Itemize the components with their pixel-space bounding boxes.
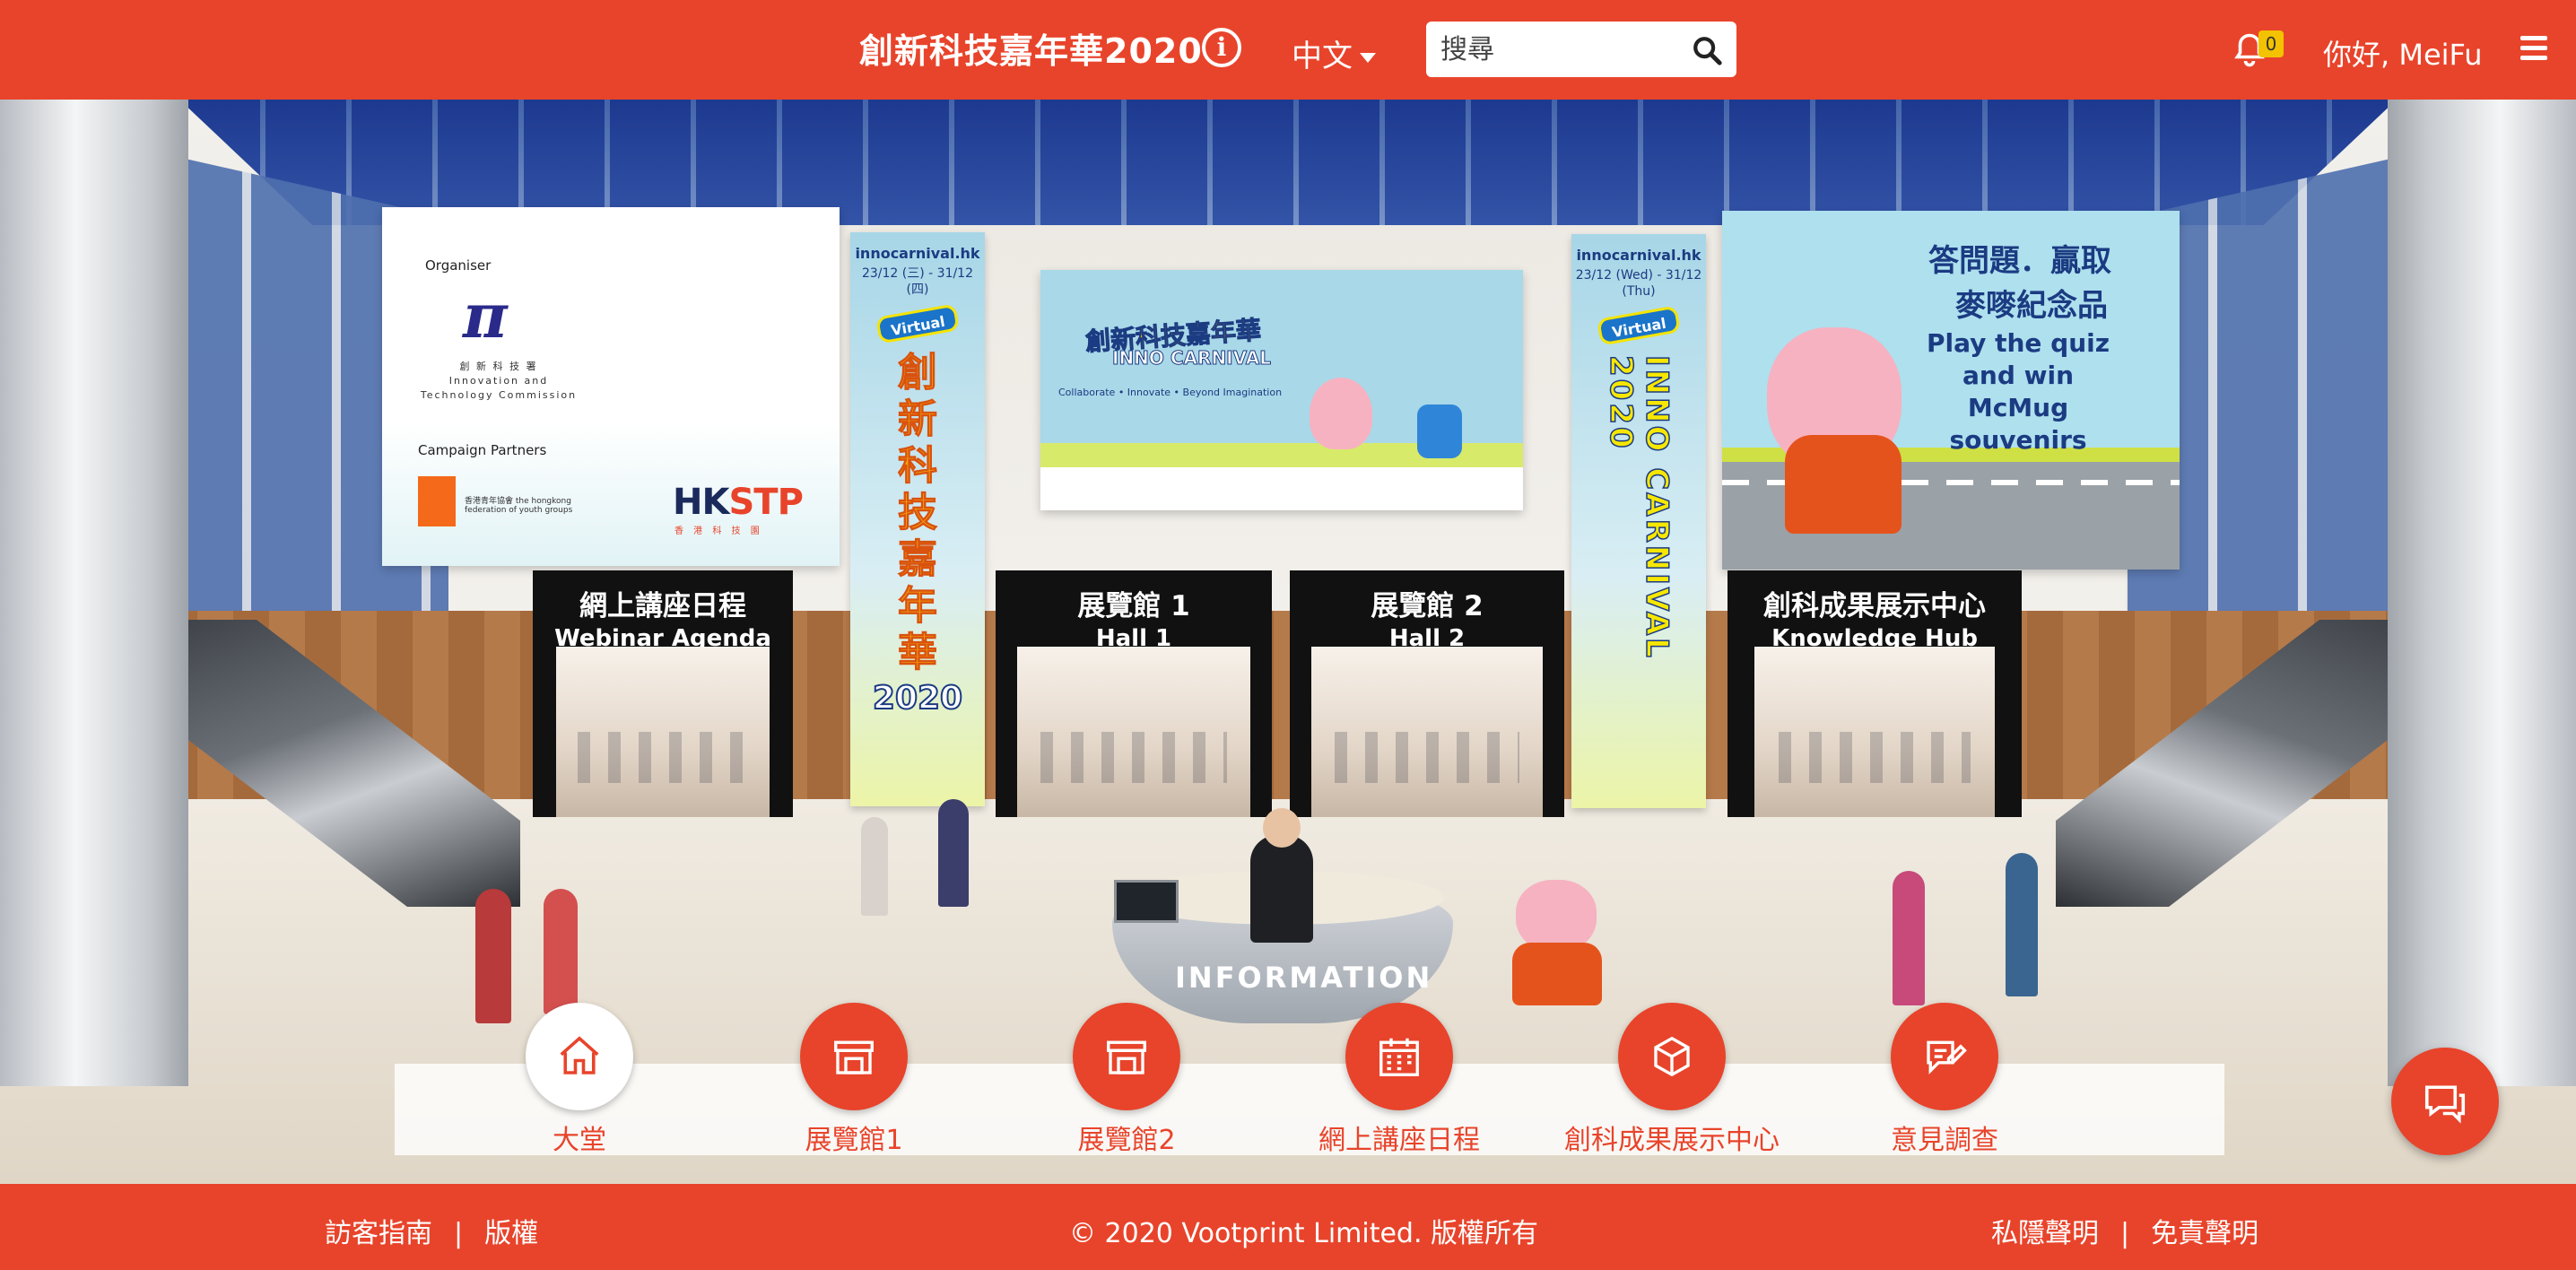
- center-banner-title-en: INNO CARNIVAL: [1112, 347, 1272, 370]
- nav-hall-1[interactable]: 展覽館1: [737, 1003, 970, 1157]
- partners-label: Campaign Partners: [418, 442, 547, 458]
- door-opening: [1311, 647, 1543, 817]
- caret-down-icon: [1360, 53, 1376, 63]
- search-icon[interactable]: [1692, 35, 1722, 65]
- door-hall-1[interactable]: 展覽館 1 Hall 1: [996, 570, 1272, 817]
- nav-label: 意見調查: [1891, 1125, 1998, 1156]
- notification-badge: 0: [2258, 30, 2284, 57]
- privacy-link[interactable]: 私隱聲明: [1991, 1218, 2099, 1249]
- banner-date: 23/12 (三) - 31/12 (四): [861, 266, 974, 297]
- banner-url: innocarnival.hk: [1576, 247, 1701, 264]
- quiz-banner[interactable]: 答問題．贏取 麥嘜紀念品 Play the quiz and win McMug…: [1722, 211, 2180, 570]
- copyright-link[interactable]: 版權: [484, 1218, 538, 1249]
- copyright-text: © 2020 Vootprint Limited. 版權所有: [1069, 1218, 1539, 1249]
- receptionist-head: [1263, 808, 1301, 848]
- left-pillar: [0, 100, 188, 1086]
- door-hall-2[interactable]: 展覽館 2 Hall 2: [1290, 570, 1564, 817]
- banner-url: innocarnival.hk: [855, 245, 980, 262]
- right-vertical-banner: innocarnival.hk 23/12 (Wed) - 31/12 (Thu…: [1571, 234, 1706, 808]
- visitor-guide-link[interactable]: 訪客指南: [325, 1218, 432, 1249]
- door-opening: [556, 647, 770, 817]
- desk-monitor: [1114, 880, 1179, 923]
- robot-illustration: [1417, 404, 1462, 458]
- visitor: [861, 817, 888, 916]
- quiz-title-zh-2: 麥嘜紀念品: [1955, 288, 2108, 324]
- banner-title-en: INNO CARNIVAL 2020: [1602, 354, 1675, 660]
- itc-name: 創 新 科 技 署 Innovation and Technology Commi…: [420, 361, 578, 401]
- quiz-title-en: Play the quiz and win McMug souvenirs: [1926, 328, 2110, 455]
- survey-icon: [1891, 1003, 1998, 1110]
- pig-mascot-illustration: [1310, 378, 1372, 449]
- sponsor-panel[interactable]: Organiser π 創 新 科 技 署 Innovation and Tech…: [382, 207, 840, 566]
- disclaimer-link[interactable]: 免責聲明: [2151, 1218, 2258, 1249]
- banner-year: 2020: [872, 679, 963, 718]
- right-pillar: [2388, 100, 2576, 1086]
- door-label-zh: 網上講座日程: [579, 590, 746, 622]
- hkfyg-name: 香港青年協會 the hongkong federation of youth …: [465, 497, 573, 515]
- nav-webinar-agenda[interactable]: 網上講座日程: [1283, 1003, 1516, 1157]
- nav-label: 大堂: [553, 1125, 606, 1156]
- booth-icon: [1073, 1003, 1180, 1110]
- nav-label: 網上講座日程: [1318, 1125, 1480, 1156]
- nav-label: 展覽館1: [805, 1125, 903, 1156]
- chat-icon: [2424, 1085, 2466, 1124]
- menu-icon[interactable]: [2520, 36, 2547, 61]
- visitor: [938, 799, 969, 907]
- visitor: [544, 889, 578, 1014]
- skylight: [179, 100, 2397, 225]
- desk-label: INFORMATION: [1175, 961, 1433, 995]
- language-selector[interactable]: 中文: [1292, 31, 1376, 75]
- footer: 訪客指南 | 版權 © 2020 Vootprint Limited. 版權所有 私…: [0, 1184, 2576, 1270]
- chat-button[interactable]: [2391, 1048, 2499, 1155]
- pig-mascot[interactable]: [1516, 880, 1597, 952]
- nav-hall-2[interactable]: 展覽館2: [1010, 1003, 1243, 1157]
- separator: |: [454, 1218, 464, 1249]
- home-icon: [526, 1003, 633, 1110]
- nav-lobby[interactable]: 大堂: [463, 1003, 696, 1157]
- door-label-zh: 展覽館 2: [1371, 590, 1484, 622]
- quiz-title-zh-1: 答問題．贏取: [1928, 243, 2111, 279]
- door-opening: [1754, 647, 1995, 817]
- center-banner-tagline: Collaborate • Innovate • Beyond Imaginat…: [1058, 387, 1283, 398]
- hkfyg-logo: [418, 476, 456, 526]
- organiser-label: Organiser: [425, 257, 492, 274]
- door-webinar-agenda[interactable]: 網上講座日程 Webinar Agenda: [533, 570, 793, 817]
- hkstp-name: 香 港 科 技 園: [674, 526, 763, 536]
- door-label-zh: 展覽館 1: [1077, 590, 1190, 622]
- top-header: 創新科技嘉年華2020 i 中文 0 你好, MeiFu: [0, 0, 2576, 100]
- door-label-zh: 創科成果展示中心: [1763, 590, 1986, 622]
- left-vertical-banner: innocarnival.hk 23/12 (三) - 31/12 (四) Vi…: [850, 232, 985, 806]
- banner-title-zh: 創新科技嘉年華: [898, 350, 938, 676]
- virtual-tag: Virtual: [1597, 305, 1681, 346]
- search-input[interactable]: [1440, 32, 1674, 66]
- hkstp-logo: HKSTP: [673, 482, 804, 523]
- nav-survey[interactable]: 意見調查: [1828, 1003, 2061, 1157]
- user-greeting[interactable]: 你好, MeiFu: [2323, 32, 2482, 74]
- visitor: [1893, 871, 1925, 1005]
- door-opening: [1017, 647, 1250, 817]
- nav-knowledge-hub[interactable]: 創科成果展示中心: [1555, 1003, 1788, 1157]
- banner-date: 23/12 (Wed) - 31/12 (Thu): [1575, 268, 1702, 299]
- search-box: [1426, 22, 1736, 77]
- visitor: [2006, 853, 2038, 996]
- virtual-tag: Virtual: [875, 303, 960, 344]
- calendar-icon: [1345, 1003, 1453, 1110]
- center-banner: 創新科技嘉年華 INNO CARNIVAL Collaborate • Inno…: [1040, 270, 1523, 510]
- receptionist: [1250, 835, 1313, 943]
- pig-mascot-shirt: [1512, 943, 1602, 1005]
- nav-label: 展覽館2: [1077, 1125, 1176, 1156]
- pig-shirt: [1785, 435, 1902, 534]
- door-knowledge-hub[interactable]: 創科成果展示中心 Knowledge Hub: [1727, 570, 2022, 817]
- cube-icon: [1618, 1003, 1726, 1110]
- itc-logo: π: [463, 281, 508, 352]
- language-label: 中文: [1292, 39, 1353, 74]
- wood-wall: [161, 611, 2415, 799]
- site-title[interactable]: 創新科技嘉年華2020: [859, 23, 1203, 73]
- info-circle-icon[interactable]: i: [1202, 28, 1241, 67]
- separator: |: [2120, 1218, 2130, 1249]
- booth-icon: [800, 1003, 908, 1110]
- nav-label: 創科成果展示中心: [1564, 1125, 1780, 1156]
